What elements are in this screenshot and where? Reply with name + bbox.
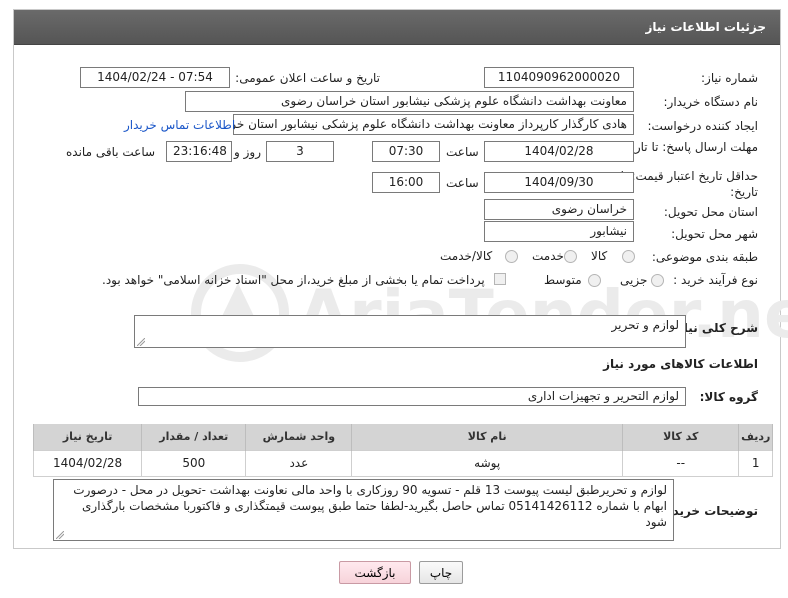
- resize-grip-icon[interactable]: [137, 338, 145, 346]
- cell-unit: عدد: [245, 449, 353, 477]
- table-row[interactable]: 1 -- پوشه عدد 500 1404/02/28: [32, 449, 773, 477]
- delivery-province-field[interactable]: خراسان رضوی: [484, 199, 634, 220]
- announce-datetime-label: تاریخ و ساعت اعلان عمومی:: [235, 71, 380, 85]
- reply-deadline-time[interactable]: 07:30: [372, 141, 440, 162]
- buyer-org-field[interactable]: معاونت بهداشت دانشگاه علوم پزشکی نیشابور…: [185, 91, 634, 112]
- col-date: تاریخ نیاز: [32, 424, 143, 450]
- panel-header: جزئیات اطلاعات نیاز: [14, 10, 780, 45]
- category-radio-service[interactable]: [564, 250, 577, 263]
- col-code: کد کالا: [621, 424, 740, 450]
- goods-group-label: گروه کالا:: [699, 390, 758, 404]
- reply-days-label: روز و: [234, 145, 261, 159]
- remaining-time-label: ساعت باقی مانده: [66, 145, 156, 159]
- cell-row: 1: [738, 449, 773, 477]
- print-button[interactable]: چاپ: [419, 561, 463, 584]
- resize-grip-icon[interactable]: [56, 531, 64, 539]
- delivery-city-field[interactable]: نیشابور: [484, 221, 634, 242]
- goods-group-field[interactable]: لوازم التحریر و تجهیزات اداری: [138, 387, 686, 406]
- description-textarea[interactable]: لوازم و تحریر: [134, 315, 686, 348]
- reply-days-field[interactable]: 3: [266, 141, 334, 162]
- need-number-label: شماره نیاز:: [701, 71, 758, 85]
- announce-datetime-field[interactable]: 1404/02/24 - 07:54: [80, 67, 230, 88]
- remaining-time-field[interactable]: 23:16:48: [166, 141, 232, 162]
- col-name: نام کالا: [351, 424, 623, 450]
- process-radio-medium[interactable]: [588, 274, 601, 287]
- buyer-notes-textarea[interactable]: لوازم و تحریرطبق لیست پیوست 13 قلم - تسو…: [53, 479, 674, 541]
- reply-deadline-time-label: ساعت: [446, 145, 479, 159]
- col-row: ردیف: [738, 424, 773, 450]
- process-option-minor: جزیی: [620, 273, 648, 287]
- cell-qty: 500: [141, 449, 247, 477]
- buyer-contact-link[interactable]: اطلاعات تماس خریدار: [124, 118, 235, 132]
- buyer-notes-text: لوازم و تحریرطبق لیست پیوست 13 قلم - تسو…: [73, 483, 667, 529]
- treasury-payment-checkbox[interactable]: [494, 273, 506, 285]
- category-label: طبقه بندی موضوعی:: [651, 250, 758, 264]
- description-text: لوازم و تحریر: [611, 318, 679, 332]
- delivery-city-label: شهر محل تحویل:: [671, 227, 758, 241]
- category-option-goods: کالا: [591, 249, 608, 263]
- buyer-org-label: نام دستگاه خریدار:: [663, 95, 759, 109]
- reply-deadline-date[interactable]: 1404/02/28: [484, 141, 634, 162]
- price-validity-time[interactable]: 16:00: [372, 172, 440, 193]
- requester-field[interactable]: هادی کارگذار کارپرداز معاونت بهداشت دانش…: [233, 114, 634, 135]
- category-radio-goods[interactable]: [622, 250, 635, 263]
- cell-name: پوشه: [351, 449, 623, 477]
- col-qty: تعداد / مقدار: [141, 424, 247, 450]
- process-option-medium: متوسط: [544, 273, 582, 287]
- goods-table-header: ردیف کد کالا نام کالا واحد شمارش تعداد /…: [32, 424, 773, 450]
- category-option-goods-service: کالا/خدمت: [440, 249, 493, 263]
- cell-date: 1404/02/28: [32, 449, 143, 477]
- back-button[interactable]: بازگشت: [339, 561, 411, 584]
- delivery-province-label: استان محل تحویل:: [663, 205, 758, 219]
- price-validity-date[interactable]: 1404/09/30: [484, 172, 634, 193]
- goods-table: ردیف کد کالا نام کالا واحد شمارش تعداد /…: [32, 424, 773, 477]
- goods-section-title: اطلاعات کالاهای مورد نیاز: [603, 357, 758, 371]
- panel-title: جزئیات اطلاعات نیاز: [645, 20, 766, 34]
- category-radio-goods-service[interactable]: [505, 250, 518, 263]
- category-option-service: خدمت: [532, 249, 564, 263]
- price-validity-time-label: ساعت: [446, 176, 479, 190]
- treasury-payment-note: پرداخت تمام یا بخشی از مبلغ خرید،از محل …: [102, 273, 485, 287]
- col-unit: واحد شمارش: [245, 424, 353, 450]
- requester-label: ایجاد کننده درخواست:: [647, 119, 758, 133]
- purchase-process-label: نوع فرآیند خرید :: [673, 273, 758, 287]
- need-number-field[interactable]: 1104090962000020: [484, 67, 634, 88]
- cell-code: --: [621, 449, 740, 477]
- process-radio-minor[interactable]: [651, 274, 664, 287]
